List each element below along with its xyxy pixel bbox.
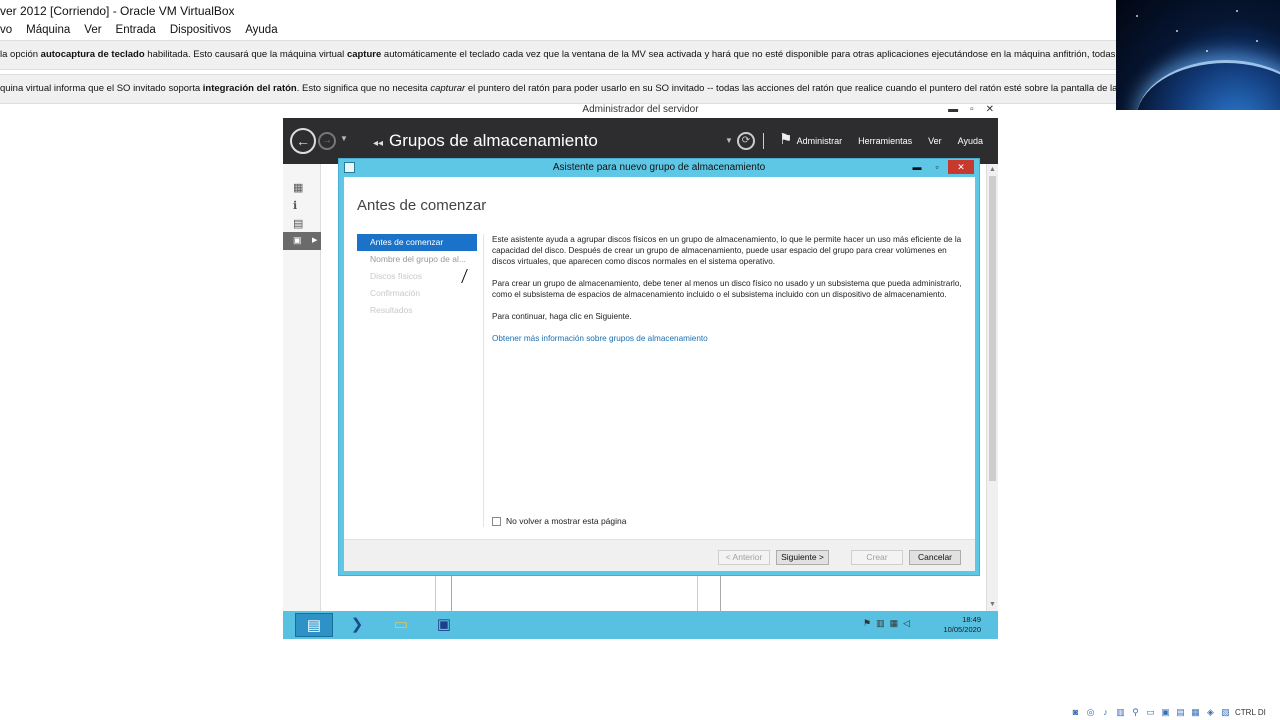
create-button[interactable]: Crear xyxy=(851,550,903,565)
dont-show-again-row: No volver a mostrar esta página xyxy=(492,516,626,526)
minimize-icon[interactable]: ▬ xyxy=(948,104,958,115)
storage-nav-item[interactable]: ▣ ▶ xyxy=(283,232,321,250)
content-scrollbar[interactable]: ▲ ▼ xyxy=(986,164,998,612)
action-center-icon[interactable]: ⚑ xyxy=(863,618,871,629)
menu-herramientas[interactable]: Herramientas xyxy=(858,136,912,146)
wizard-body: Antes de comenzar Antes de comenzar Nomb… xyxy=(344,177,975,571)
virtualbox-status-bar: ◙ ◎ ♪ ▥ ⚲ ▭ ▣ ▤ ▦ ◈ ▧ CTRL DI xyxy=(1070,704,1280,720)
wizard-close-icon[interactable]: ✕ xyxy=(948,160,974,174)
new-storage-pool-wizard: Asistente para nuevo grupo de almacenami… xyxy=(338,158,980,576)
admin-tools-taskbar-icon[interactable]: ▣ xyxy=(425,613,463,637)
menu-ver-sm[interactable]: Ver xyxy=(928,136,942,146)
scrollbar-thumb[interactable] xyxy=(989,176,996,481)
step-confirmacion: Confirmación xyxy=(370,288,421,298)
menu-ayuda-sm[interactable]: Ayuda xyxy=(958,136,983,146)
recording-icon[interactable]: ▤ xyxy=(1175,707,1186,718)
taskbar-clock[interactable]: 18:49 10/05/2020 xyxy=(943,615,981,635)
info-icon[interactable]: ℹ xyxy=(293,200,305,212)
mouse-cursor-icon xyxy=(465,269,470,283)
file-explorer-taskbar-icon[interactable]: ▭ xyxy=(382,613,420,637)
back-arrow-icon[interactable]: ← xyxy=(290,128,316,154)
usb-icon[interactable]: ⚲ xyxy=(1130,707,1141,718)
display-icon[interactable]: ▣ xyxy=(1160,707,1171,718)
step-nombre-del-grupo[interactable]: Nombre del grupo de al... xyxy=(357,251,477,268)
refresh-dropdown-icon[interactable]: ▼ xyxy=(725,136,733,145)
wizard-app-icon xyxy=(344,162,355,173)
wizard-maximize-icon[interactable]: ▫ xyxy=(928,160,946,174)
next-button[interactable]: Siguiente > xyxy=(776,550,829,565)
server-manager-menu: Administrar Herramientas Ver Ayuda xyxy=(797,136,983,146)
wizard-titlebar: Asistente para nuevo grupo de almacenami… xyxy=(339,159,979,177)
history-dropdown-icon[interactable]: ▼ xyxy=(340,134,348,143)
step-antes-de-comenzar[interactable]: Antes de comenzar xyxy=(357,234,477,251)
dashboard-grid-icon[interactable]: ▦ xyxy=(293,182,305,194)
server-manager-titlebar: Administrador del servidor ▬ ▫ ✕ xyxy=(283,104,998,118)
volume-icon[interactable]: ◁ xyxy=(903,618,910,629)
step-discos-fisicos: Discos físicos xyxy=(370,271,422,281)
keyboard-icon[interactable]: ▧ xyxy=(1220,707,1231,718)
scroll-down-icon[interactable]: ▼ xyxy=(989,601,996,608)
server-manager-taskbar-icon[interactable]: ▤ xyxy=(295,613,333,637)
audio-icon[interactable]: ♪ xyxy=(1100,707,1111,718)
devices-icon[interactable]: ▦ xyxy=(890,618,899,629)
notifications-flag-icon[interactable]: ⚑ xyxy=(779,130,792,148)
storage-icon: ▣ xyxy=(293,235,302,245)
more-info-link[interactable]: Obtener más información sobre grupos de … xyxy=(492,334,708,343)
wizard-paragraph: Para crear un grupo de almacenamiento, d… xyxy=(492,279,962,299)
host-key-label: CTRL DI xyxy=(1235,707,1266,717)
dont-show-again-label[interactable]: No volver a mostrar esta página xyxy=(506,516,626,526)
mouse-integration-icon[interactable]: ◈ xyxy=(1205,707,1216,718)
wizard-heading: Antes de comenzar xyxy=(357,197,487,214)
wizard-paragraph: Este asistente ayuda a agrupar discos fí… xyxy=(492,235,962,266)
maximize-icon[interactable]: ▫ xyxy=(970,104,974,115)
wizard-paragraph: Para continuar, haga clic en Siguiente. xyxy=(492,312,632,321)
optical-drive-icon[interactable]: ◎ xyxy=(1085,707,1096,718)
virtualbox-window-title: ver 2012 [Corriendo] - Oracle VM Virtual… xyxy=(0,0,1116,20)
network-icon[interactable]: ▥ xyxy=(876,618,885,629)
mouse-integration-notice: quina virtual informa que el SO invitado… xyxy=(0,74,1116,104)
expand-arrow-icon: ▶ xyxy=(312,237,318,244)
shared-folders-icon[interactable]: ▭ xyxy=(1145,707,1156,718)
breadcrumb-chevron-icon: ◂◂ xyxy=(373,138,384,149)
video-overlay-earth-image xyxy=(1116,0,1280,110)
keyboard-capture-notice: la opción autocaptura de teclado habilit… xyxy=(0,40,1116,70)
cpu-icon[interactable]: ▦ xyxy=(1190,707,1201,718)
dont-show-again-checkbox[interactable] xyxy=(492,516,501,526)
wizard-steps: Antes de comenzar Nombre del grupo de al… xyxy=(357,234,477,319)
scroll-up-icon[interactable]: ▲ xyxy=(989,166,996,173)
refresh-icon[interactable]: ⟳ xyxy=(737,132,755,150)
wizard-description: Este asistente ayuda a agrupar discos fí… xyxy=(492,234,964,355)
cancel-button[interactable]: Cancelar xyxy=(909,550,961,565)
guest-taskbar: ▤ ❯ ▭ ▣ ⚑ ▥ ▦ ◁ 18:49 10/05/2020 xyxy=(283,611,998,639)
servers-icon[interactable]: ▤ xyxy=(293,218,305,230)
forward-arrow-icon[interactable]: → xyxy=(318,132,336,150)
previous-button[interactable]: < Anterior xyxy=(718,550,770,565)
hard-disk-icon[interactable]: ◙ xyxy=(1070,707,1081,718)
close-icon[interactable]: ✕ xyxy=(986,104,994,115)
wizard-minimize-icon[interactable]: ▬ xyxy=(908,160,926,174)
system-tray: ⚑ ▥ ▦ ◁ xyxy=(863,618,910,629)
server-manager-left-nav: ▦ ℹ ▤ ▣ ▶ xyxy=(283,164,321,612)
step-resultados: Resultados xyxy=(370,305,413,315)
virtualbox-menu-bar: vo Máquina Ver Entrada Dispositivos Ayud… xyxy=(0,20,1116,42)
network-adapter-icon[interactable]: ▥ xyxy=(1115,707,1126,718)
wizard-footer: < Anterior Siguiente > Crear Cancelar xyxy=(344,539,975,571)
menu-administrar[interactable]: Administrar xyxy=(797,136,843,146)
page-title: ◂◂ Grupos de almacenamiento xyxy=(373,131,598,150)
powershell-taskbar-icon[interactable]: ❯ xyxy=(338,613,376,637)
